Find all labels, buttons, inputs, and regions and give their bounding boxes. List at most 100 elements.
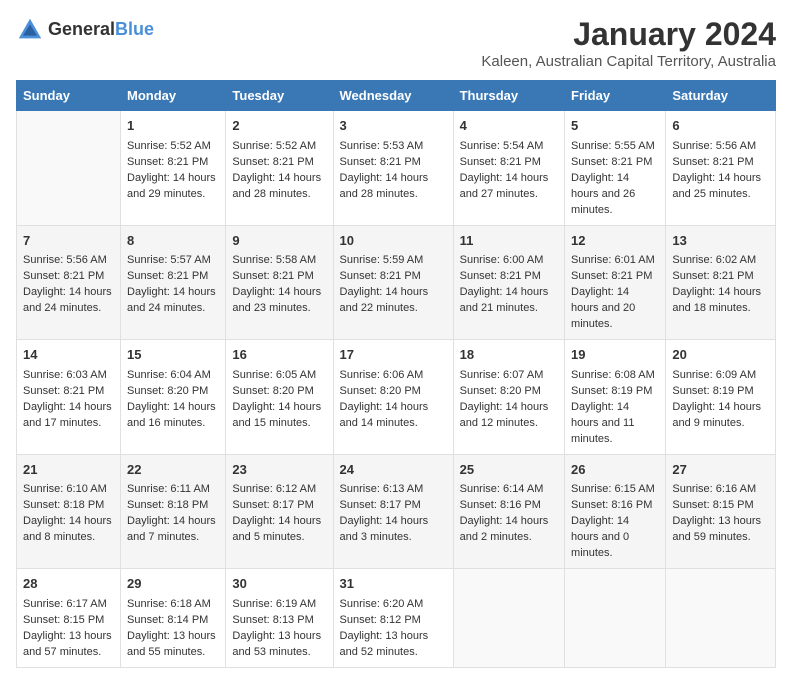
day-number: 26 [571, 461, 659, 480]
calendar-cell: 23Sunrise: 6:12 AMSunset: 8:17 PMDayligh… [226, 454, 333, 569]
day-number: 20 [672, 346, 769, 365]
day-number: 12 [571, 232, 659, 251]
day-info: Daylight: 14 hours and 11 minutes. [571, 400, 659, 448]
day-info: Sunset: 8:21 PM [460, 155, 558, 171]
calendar-header: SundayMondayTuesdayWednesdayThursdayFrid… [17, 81, 776, 111]
day-info: Sunrise: 6:03 AM [23, 368, 114, 384]
header-day-saturday: Saturday [666, 81, 776, 111]
day-info: Daylight: 14 hours and 12 minutes. [460, 400, 558, 432]
calendar-cell: 29Sunrise: 6:18 AMSunset: 8:14 PMDayligh… [121, 569, 226, 668]
calendar-cell: 11Sunrise: 6:00 AMSunset: 8:21 PMDayligh… [453, 225, 564, 340]
calendar-cell: 20Sunrise: 6:09 AMSunset: 8:19 PMDayligh… [666, 340, 776, 455]
day-info: Sunset: 8:15 PM [23, 613, 114, 629]
day-info: Sunrise: 6:08 AM [571, 368, 659, 384]
day-info: Daylight: 14 hours and 15 minutes. [232, 400, 326, 432]
calendar-cell: 7Sunrise: 5:56 AMSunset: 8:21 PMDaylight… [17, 225, 121, 340]
header-day-friday: Friday [565, 81, 666, 111]
day-info: Sunset: 8:21 PM [232, 155, 326, 171]
day-info: Sunrise: 6:13 AM [340, 482, 447, 498]
calendar-cell: 17Sunrise: 6:06 AMSunset: 8:20 PMDayligh… [333, 340, 453, 455]
day-number: 10 [340, 232, 447, 251]
calendar-week-3: 14Sunrise: 6:03 AMSunset: 8:21 PMDayligh… [17, 340, 776, 455]
day-info: Sunrise: 6:07 AM [460, 368, 558, 384]
day-info: Sunrise: 6:17 AM [23, 597, 114, 613]
day-info: Daylight: 14 hours and 25 minutes. [672, 171, 769, 203]
day-info: Sunrise: 5:56 AM [672, 139, 769, 155]
day-info: Daylight: 14 hours and 8 minutes. [23, 514, 114, 546]
header-day-monday: Monday [121, 81, 226, 111]
calendar-cell: 28Sunrise: 6:17 AMSunset: 8:15 PMDayligh… [17, 569, 121, 668]
day-number: 23 [232, 461, 326, 480]
logo: GeneralBlue [16, 16, 154, 44]
calendar-cell: 14Sunrise: 6:03 AMSunset: 8:21 PMDayligh… [17, 340, 121, 455]
day-number: 6 [672, 117, 769, 136]
day-info: Sunrise: 6:14 AM [460, 482, 558, 498]
calendar-cell: 5Sunrise: 5:55 AMSunset: 8:21 PMDaylight… [565, 111, 666, 226]
calendar-cell [565, 569, 666, 668]
day-number: 31 [340, 575, 447, 594]
day-info: Sunset: 8:20 PM [127, 384, 219, 400]
calendar-body: 1Sunrise: 5:52 AMSunset: 8:21 PMDaylight… [17, 111, 776, 668]
day-info: Sunrise: 5:54 AM [460, 139, 558, 155]
logo-general: GeneralBlue [48, 20, 154, 40]
day-info: Sunset: 8:13 PM [232, 613, 326, 629]
day-number: 27 [672, 461, 769, 480]
day-info: Sunrise: 5:53 AM [340, 139, 447, 155]
day-info: Daylight: 14 hours and 0 minutes. [571, 514, 659, 562]
day-info: Sunset: 8:21 PM [23, 269, 114, 285]
calendar-cell: 19Sunrise: 6:08 AMSunset: 8:19 PMDayligh… [565, 340, 666, 455]
day-info: Daylight: 14 hours and 2 minutes. [460, 514, 558, 546]
day-info: Daylight: 14 hours and 16 minutes. [127, 400, 219, 432]
header-day-tuesday: Tuesday [226, 81, 333, 111]
day-info: Daylight: 14 hours and 17 minutes. [23, 400, 114, 432]
subtitle: Kaleen, Australian Capital Territory, Au… [481, 53, 776, 70]
day-info: Daylight: 14 hours and 28 minutes. [340, 171, 447, 203]
header-day-thursday: Thursday [453, 81, 564, 111]
day-info: Sunrise: 6:20 AM [340, 597, 447, 613]
day-info: Daylight: 14 hours and 27 minutes. [460, 171, 558, 203]
calendar-cell: 8Sunrise: 5:57 AMSunset: 8:21 PMDaylight… [121, 225, 226, 340]
day-number: 28 [23, 575, 114, 594]
day-info: Sunset: 8:21 PM [127, 155, 219, 171]
header-day-sunday: Sunday [17, 81, 121, 111]
calendar-cell [17, 111, 121, 226]
day-info: Sunset: 8:18 PM [23, 498, 114, 514]
day-info: Daylight: 14 hours and 9 minutes. [672, 400, 769, 432]
day-info: Daylight: 14 hours and 3 minutes. [340, 514, 447, 546]
day-info: Daylight: 14 hours and 24 minutes. [23, 285, 114, 317]
day-info: Daylight: 14 hours and 14 minutes. [340, 400, 447, 432]
calendar-cell: 24Sunrise: 6:13 AMSunset: 8:17 PMDayligh… [333, 454, 453, 569]
day-number: 13 [672, 232, 769, 251]
day-number: 2 [232, 117, 326, 136]
day-info: Sunset: 8:21 PM [672, 155, 769, 171]
day-number: 21 [23, 461, 114, 480]
day-info: Daylight: 14 hours and 28 minutes. [232, 171, 326, 203]
day-info: Daylight: 14 hours and 18 minutes. [672, 285, 769, 317]
calendar-cell: 18Sunrise: 6:07 AMSunset: 8:20 PMDayligh… [453, 340, 564, 455]
day-info: Sunrise: 6:18 AM [127, 597, 219, 613]
day-info: Sunrise: 6:10 AM [23, 482, 114, 498]
day-info: Daylight: 13 hours and 53 minutes. [232, 629, 326, 661]
day-info: Sunrise: 6:00 AM [460, 253, 558, 269]
day-number: 8 [127, 232, 219, 251]
day-info: Sunset: 8:21 PM [340, 269, 447, 285]
calendar-cell: 27 Sunrise: 6:16 AMSunset: 8:15 PMDayligh… [666, 454, 776, 569]
day-info: Daylight: 13 hours and 59 minutes. [672, 514, 769, 546]
day-number: 24 [340, 461, 447, 480]
day-info: Sunset: 8:20 PM [340, 384, 447, 400]
calendar-cell: 25Sunrise: 6:14 AMSunset: 8:16 PMDayligh… [453, 454, 564, 569]
calendar-cell: 31Sunrise: 6:20 AMSunset: 8:12 PMDayligh… [333, 569, 453, 668]
day-info: Daylight: 13 hours and 52 minutes. [340, 629, 447, 661]
day-info: Sunset: 8:15 PM [672, 498, 769, 514]
day-number: 1 [127, 117, 219, 136]
day-info: Daylight: 14 hours and 5 minutes. [232, 514, 326, 546]
day-info: Sunrise: 6:15 AM [571, 482, 659, 498]
day-info: Sunrise: 5:52 AM [232, 139, 326, 155]
day-info: Sunset: 8:18 PM [127, 498, 219, 514]
day-number: 11 [460, 232, 558, 251]
day-info: Sunrise: 6:16 AM [672, 482, 769, 498]
day-info: Sunrise: 6:02 AM [672, 253, 769, 269]
day-info: Daylight: 14 hours and 26 minutes. [571, 171, 659, 219]
day-info: Sunset: 8:20 PM [460, 384, 558, 400]
title-section: January 2024 Kaleen, Australian Capital … [481, 16, 776, 70]
